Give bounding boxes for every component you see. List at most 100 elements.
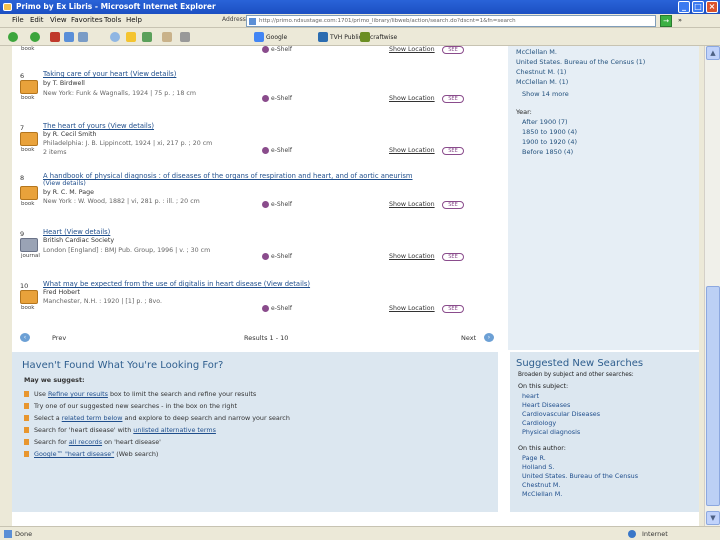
eshelf-link[interactable]: e-Shelf [262, 46, 292, 53]
book-icon [20, 132, 38, 146]
facet-item[interactable]: McClellan M. (1) [516, 78, 568, 86]
mail-icon[interactable] [162, 32, 172, 42]
help-link[interactable]: related term below [62, 414, 123, 422]
year-facet-item[interactable]: Before 1850 (4) [522, 148, 573, 156]
minimize-button[interactable]: _ [678, 1, 690, 13]
author-link[interactable]: Holland S. [522, 463, 554, 471]
show-location-link[interactable]: Show Location [389, 147, 435, 154]
book-icon [20, 290, 38, 304]
scroll-up-button[interactable]: ▲ [706, 46, 720, 60]
see-button[interactable]: SEE [442, 305, 464, 313]
result-title[interactable]: Heart (View details) [43, 228, 110, 236]
eshelf-label: e-Shelf [271, 305, 292, 312]
google-toolbar-label[interactable]: Google [266, 34, 287, 41]
result-title[interactable]: Taking care of your heart (View details) [43, 70, 176, 78]
author-label: On this author: [518, 444, 566, 452]
book-icon [20, 186, 38, 200]
go-button[interactable]: → [660, 15, 672, 27]
author-link[interactable]: Chestnut M. [522, 481, 560, 489]
eshelf-link[interactable]: e-Shelf [262, 201, 292, 208]
close-button[interactable]: × [706, 1, 718, 13]
prev-link[interactable]: Prev [52, 334, 66, 342]
result-details-link[interactable]: (View details) [43, 180, 86, 187]
eshelf-link[interactable]: e-Shelf [262, 253, 292, 260]
menu-view[interactable]: View [50, 16, 67, 24]
show-location-link[interactable]: Show Location [389, 201, 435, 208]
see-button[interactable]: SEE [442, 46, 464, 54]
menu-file[interactable]: File [12, 16, 24, 24]
scroll-down-button[interactable]: ▼ [706, 511, 720, 525]
subject-link[interactable]: Cardiovascular Diseases [522, 410, 600, 418]
see-button[interactable]: SEE [442, 147, 464, 155]
address-input[interactable]: http://primo.ndsustage.com:1701/primo_li… [246, 15, 656, 27]
result-title[interactable]: The heart of yours (View details) [43, 122, 154, 130]
see-button[interactable]: SEE [442, 201, 464, 209]
status-bar: Done Internet [0, 526, 720, 540]
help-link[interactable]: Refine your results [48, 390, 108, 398]
vertical-scrollbar[interactable]: ▲ ▼ [704, 46, 720, 526]
craftwise-icon[interactable] [360, 32, 370, 42]
refresh-icon[interactable] [64, 32, 74, 42]
show-location-link[interactable]: Show Location [389, 253, 435, 260]
result-title[interactable]: A handbook of physical diagnosis : of di… [43, 172, 413, 180]
year-facet-item[interactable]: After 1900 (7) [522, 118, 568, 126]
result-title[interactable]: What may be expected from the use of dig… [43, 280, 310, 288]
menu-help[interactable]: Help [126, 16, 142, 24]
author-link[interactable]: Page R. [522, 454, 546, 462]
type-label: journal [21, 253, 40, 259]
author-link[interactable]: McClellan M. [522, 490, 562, 498]
craftwise-toolbar-label[interactable]: craftwise [370, 34, 397, 41]
back-icon[interactable] [8, 32, 18, 42]
links-button[interactable]: » [678, 16, 682, 24]
result-number: 9 [20, 230, 25, 238]
eshelf-link[interactable]: e-Shelf [262, 305, 292, 312]
prev-arrow-icon[interactable]: ‹ [20, 333, 30, 342]
suggested-searches-panel: Suggested New Searches Broaden by subjec… [510, 352, 699, 512]
subject-link[interactable]: Cardiology [522, 419, 556, 427]
favorites-icon[interactable] [126, 32, 136, 42]
subject-link[interactable]: heart [522, 392, 539, 400]
year-facet-item[interactable]: 1850 to 1900 (4) [522, 128, 577, 136]
maximize-button[interactable]: □ [692, 1, 704, 13]
eshelf-label: e-Shelf [271, 253, 292, 260]
forward-icon[interactable] [30, 32, 40, 42]
facet-item[interactable]: Chestnut M. (1) [516, 68, 566, 76]
menu-tools[interactable]: Tools [104, 16, 121, 24]
year-facet-item[interactable]: 1900 to 1920 (4) [522, 138, 577, 146]
tvh-icon[interactable] [318, 32, 328, 42]
search-icon[interactable] [110, 32, 120, 42]
help-link[interactable]: unlisted alternative terms [133, 426, 216, 434]
result-author: Fred Hobert [43, 289, 81, 296]
print-icon[interactable] [180, 32, 190, 42]
history-icon[interactable] [142, 32, 152, 42]
type-label: book [21, 46, 35, 52]
author-link[interactable]: United States. Bureau of the Census [522, 472, 638, 480]
show-location-link[interactable]: Show Location [389, 95, 435, 102]
result-number: 6 [20, 72, 25, 80]
facet-item[interactable]: United States. Bureau of the Census (1) [516, 58, 645, 66]
help-link[interactable]: all records [69, 438, 102, 446]
show-location-link[interactable]: Show Location [389, 305, 435, 312]
google-icon[interactable] [254, 32, 264, 42]
facet-item[interactable]: McClellan M. [516, 48, 557, 56]
show-more-facets[interactable]: Show 14 more [522, 90, 569, 98]
next-arrow-icon[interactable]: › [484, 333, 494, 342]
result-number: 10 [20, 282, 29, 290]
eshelf-link[interactable]: e-Shelf [262, 147, 292, 154]
zone-text: Internet [642, 530, 668, 538]
menu-favorites[interactable]: Favorites [71, 16, 103, 24]
eshelf-link[interactable]: e-Shelf [262, 95, 292, 102]
next-link[interactable]: Next [461, 334, 476, 342]
type-label: book [21, 147, 35, 153]
subject-link[interactable]: Physical diagnosis [522, 428, 580, 436]
tvh-toolbar-label[interactable]: TVH Public [330, 34, 362, 41]
see-button[interactable]: SEE [442, 95, 464, 103]
menu-edit[interactable]: Edit [30, 16, 44, 24]
home-icon[interactable] [78, 32, 88, 42]
stop-icon[interactable] [50, 32, 60, 42]
show-location-link[interactable]: Show Location [389, 46, 435, 53]
subject-link[interactable]: Heart Diseases [522, 401, 570, 409]
see-button[interactable]: SEE [442, 253, 464, 261]
scroll-thumb[interactable] [706, 286, 720, 506]
help-link[interactable]: Google™ "heart disease" [34, 450, 114, 458]
